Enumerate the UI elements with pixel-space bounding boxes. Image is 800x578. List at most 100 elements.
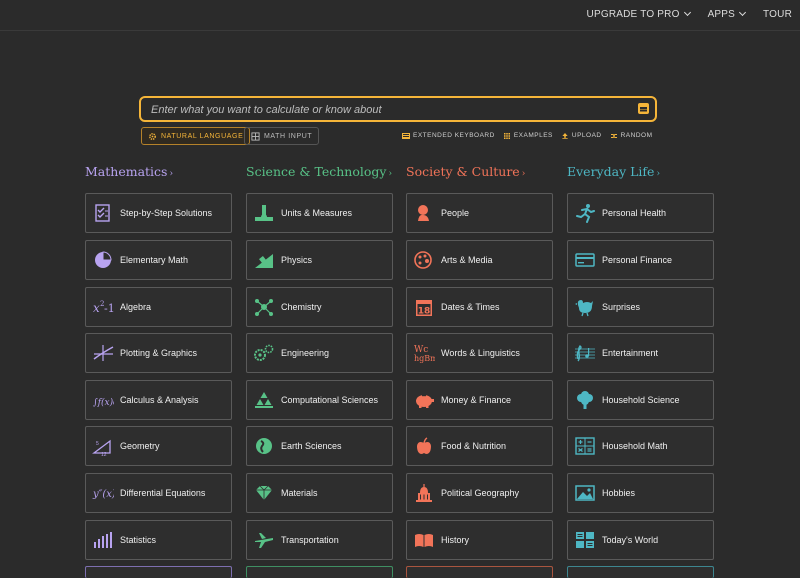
tile-household-science[interactable]: Household Science (567, 380, 714, 420)
natural-language-toggle[interactable]: NATURAL LANGUAGE (141, 127, 251, 145)
tile-label: Statistics (120, 535, 157, 545)
svg-text:-1: -1 (104, 302, 114, 315)
tile-more-science[interactable] (246, 566, 393, 578)
person-bust-icon (413, 202, 435, 224)
search-input[interactable] (149, 98, 633, 122)
tile-computational-sciences[interactable]: Computational Sciences (246, 380, 393, 420)
tile-history[interactable]: History (406, 520, 553, 560)
tile-food-nutrition[interactable]: Food & Nutrition (406, 426, 553, 466)
compute-button[interactable] (638, 103, 649, 114)
svg-text:hgBm: hgBm (414, 354, 435, 363)
tile-label: Engineering (281, 348, 330, 358)
calendar-icon: 18 (413, 296, 435, 318)
tile-label: Plotting & Graphics (120, 348, 198, 358)
natural-language-label: NATURAL LANGUAGE (161, 132, 244, 140)
tile-hobbies[interactable]: Hobbies (567, 473, 714, 513)
tile-label: Calculus & Analysis (120, 395, 199, 405)
grid-icon (503, 132, 510, 139)
tile-entertainment[interactable]: Entertainment (567, 333, 714, 373)
upload-icon (562, 132, 568, 139)
tile-more-mathematics[interactable] (85, 566, 232, 578)
algebra-icon: x 2 -1 (92, 296, 114, 318)
svg-text:∫f(x)dx: ∫f(x)dx (93, 397, 114, 408)
molecule-icon (253, 296, 275, 318)
tile-personal-health[interactable]: Personal Health (567, 193, 714, 233)
keyboard-icon (402, 132, 410, 139)
upload-button[interactable]: UPLOAD (561, 132, 602, 139)
tile-todays-world[interactable]: Today's World (567, 520, 714, 560)
letters-icon: Wc hgBm (413, 342, 435, 364)
dashboard-grid-icon (574, 529, 596, 551)
tile-engineering[interactable]: Engineering (246, 333, 393, 373)
thermometer-icon (253, 202, 275, 224)
tile-materials[interactable]: Materials (246, 473, 393, 513)
tile-physics[interactable]: Physics (246, 240, 393, 280)
tile-elementary-math[interactable]: Elementary Math (85, 240, 232, 280)
tile-surprises[interactable]: Surprises (567, 287, 714, 327)
tile-label: Earth Sciences (281, 441, 342, 451)
broccoli-icon (574, 389, 596, 411)
heading-science-technology[interactable]: Science & Technology › (246, 164, 392, 179)
svg-text:x: x (93, 301, 100, 315)
tour-link[interactable]: TOUR (763, 9, 792, 20)
tile-label: Hobbies (602, 488, 636, 498)
tile-statistics[interactable]: Statistics (85, 520, 232, 560)
svg-text:y″(x): y″(x) (92, 489, 114, 500)
tile-label: Food & Nutrition (441, 441, 507, 451)
tile-more-society[interactable] (406, 566, 553, 578)
upgrade-label: UPGRADE TO PRO (586, 9, 680, 20)
tile-step-by-step-solutions[interactable]: Step-by-Step Solutions (85, 193, 232, 233)
tile-people[interactable]: People (406, 193, 553, 233)
capitol-icon (413, 482, 435, 504)
chevron-down-icon (683, 8, 691, 17)
heading-label: Mathematics (85, 164, 168, 179)
random-label: RANDOM (620, 132, 653, 139)
derivative-icon: y″(x) (92, 482, 114, 504)
tile-label: Entertainment (602, 348, 659, 358)
heading-label: Science & Technology (246, 164, 387, 179)
tile-household-math[interactable]: Household Math (567, 426, 714, 466)
tile-plotting-graphics[interactable]: Plotting & Graphics (85, 333, 232, 373)
tile-label: Personal Finance (602, 255, 673, 265)
tile-differential-equations[interactable]: y″(x) Differential Equations (85, 473, 232, 513)
heading-label: Society & Culture (406, 164, 520, 179)
tile-label: Arts & Media (441, 255, 493, 265)
extended-keyboard-button[interactable]: EXTENDED KEYBOARD (402, 132, 495, 139)
palette-icon (413, 249, 435, 271)
tile-money-finance[interactable]: Money & Finance (406, 380, 553, 420)
tile-label: Political Geography (441, 488, 520, 498)
tile-label: Elementary Math (120, 255, 189, 265)
tile-words-linguistics[interactable]: Wc hgBm Words & Linguistics (406, 333, 553, 373)
tile-transportation[interactable]: Transportation (246, 520, 393, 560)
tile-label: Household Math (602, 441, 668, 451)
tile-label: History (441, 535, 470, 545)
tile-algebra[interactable]: x 2 -1 Algebra (85, 287, 232, 327)
tile-dates-times[interactable]: 18 Dates & Times (406, 287, 553, 327)
apps-menu[interactable]: APPS (708, 8, 747, 20)
shuffle-icon (610, 133, 617, 138)
tile-geometry[interactable]: 5 12 Geometry (85, 426, 232, 466)
chevron-right-icon: › (169, 169, 174, 179)
tile-calculus-analysis[interactable]: ∫f(x)dx Calculus & Analysis (85, 380, 232, 420)
examples-button[interactable]: EXAMPLES (503, 132, 553, 139)
random-button[interactable]: RANDOM (610, 132, 653, 139)
tile-arts-media[interactable]: Arts & Media (406, 240, 553, 280)
upgrade-to-pro-link[interactable]: UPGRADE TO PRO (586, 8, 691, 20)
tile-chemistry[interactable]: Chemistry (246, 287, 393, 327)
piggy-bank-icon (413, 389, 435, 411)
tile-political-geography[interactable]: Political Geography (406, 473, 553, 513)
apple-icon (413, 435, 435, 457)
math-input-toggle[interactable]: MATH INPUT (244, 127, 320, 145)
heading-society-culture[interactable]: Society & Culture › (406, 164, 525, 179)
heading-mathematics[interactable]: Mathematics › (85, 164, 173, 179)
tile-more-everyday[interactable] (567, 566, 714, 578)
upload-label: UPLOAD (571, 132, 602, 139)
airplane-icon (253, 529, 275, 551)
tile-units-measures[interactable]: Units & Measures (246, 193, 393, 233)
math-input-label: MATH INPUT (264, 132, 313, 140)
tile-label: Money & Finance (441, 395, 512, 405)
tile-personal-finance[interactable]: Personal Finance (567, 240, 714, 280)
tile-earth-sciences[interactable]: Earth Sciences (246, 426, 393, 466)
tile-label: Physics (281, 255, 313, 265)
heading-everyday-life[interactable]: Everyday Life › (567, 164, 660, 179)
